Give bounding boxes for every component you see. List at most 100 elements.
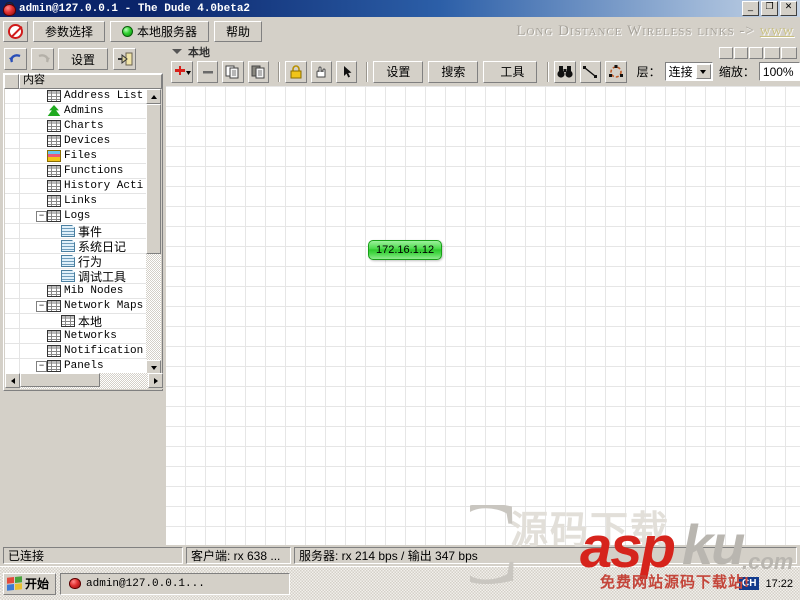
restore-icon: ❐ (765, 1, 774, 11)
desktop: 172.16.1.12 admin@127.0.0.1 - The Dude 4… (0, 0, 800, 600)
add-button[interactable] (171, 60, 193, 83)
mdi-extra-button-1[interactable] (764, 47, 780, 59)
restore-button[interactable]: ❐ (761, 1, 778, 16)
window-settings-button[interactable]: 设置 (58, 48, 109, 70)
tree-item-[interactable]: 本地 (5, 313, 147, 329)
circle-layout-button[interactable] (605, 60, 627, 83)
disconnect-button[interactable] (3, 21, 28, 42)
tree-item-label: Admins (64, 105, 104, 117)
status-bar: 已连接 客户端: rx 638 ... 服务器: rx 214 bps / 输出… (0, 545, 800, 566)
layer-value: 连接 (668, 65, 693, 79)
tree-item-logs[interactable]: − Logs (5, 208, 147, 224)
map-tools-button[interactable]: 工具 (483, 60, 538, 83)
pan-button[interactable] (310, 60, 333, 83)
tree-header-content[interactable]: 内容 (19, 74, 162, 89)
map-node[interactable]: 172.16.1.12 (368, 240, 443, 260)
tree-item-label: Networks (64, 330, 117, 342)
tree-expander-toggle[interactable]: − (36, 210, 47, 222)
tree-scroll-thumb[interactable] (146, 104, 161, 254)
copy-button[interactable] (222, 60, 244, 83)
tree-item-notification[interactable]: Notification (5, 343, 147, 359)
taskbar-clock[interactable]: 17:22 (765, 578, 793, 590)
mdi-minimize-button[interactable] (719, 47, 733, 59)
tree-scroll-track[interactable] (146, 104, 161, 360)
window-settings-label: 设置 (71, 52, 96, 67)
map-settings-label: 设置 (386, 65, 411, 79)
tree-hscroll-track[interactable] (20, 373, 148, 389)
tree-row-gutter (5, 118, 20, 134)
preferences-button[interactable]: 参数选择 (33, 21, 106, 42)
select-button[interactable] (336, 60, 358, 83)
network-map-canvas[interactable]: 172.16.1.12 (166, 86, 800, 545)
tree-item-networks[interactable]: Networks (5, 328, 147, 344)
mdi-close-button[interactable] (749, 47, 763, 59)
tree-item-network-maps[interactable]: − Network Maps (5, 298, 147, 314)
lock-button[interactable] (285, 60, 307, 83)
tree-item-panels[interactable]: − Panels (5, 358, 147, 374)
tree-body[interactable]: Address List Admins Charts Devices Files Func… (5, 89, 147, 375)
tree-item-mib-nodes[interactable]: Mib Nodes (5, 283, 147, 299)
status-connection-label: 已连接 (8, 549, 45, 563)
tree-item-files[interactable]: Files (5, 148, 147, 164)
remove-button[interactable] (197, 60, 219, 83)
tree-expander-toggle[interactable]: − (36, 360, 47, 372)
tree-hscroll-thumb[interactable] (20, 373, 100, 387)
table-icon (47, 300, 61, 312)
tree-item-label: History Acti (64, 180, 144, 192)
layer-select[interactable]: 连接 (664, 62, 713, 81)
tree-vertical-scrollbar[interactable] (146, 89, 161, 375)
close-button[interactable]: ✕ (780, 1, 797, 16)
banner-text: Long Distance Wireless links -> (516, 23, 755, 39)
find-button[interactable] (554, 60, 576, 83)
layer-label: 层： (636, 65, 661, 79)
application-window: admin@127.0.0.1 - The Dude 4.0beta2 _ ❐ … (0, 0, 800, 566)
tree-item-admins[interactable]: Admins (5, 103, 147, 119)
table-icon (47, 195, 61, 207)
tree-scroll-left-button[interactable] (5, 373, 20, 388)
tree-item-history-acti[interactable]: History Acti (5, 178, 147, 194)
tree-horizontal-scrollbar[interactable] (5, 373, 163, 389)
tree-item-charts[interactable]: Charts (5, 118, 147, 134)
tree-item-[interactable]: 系统日记 (5, 238, 147, 254)
tree-expander-toggle[interactable]: − (36, 300, 47, 312)
chevron-down-icon[interactable] (172, 49, 182, 54)
layer-dropdown-arrow-icon[interactable] (695, 64, 711, 79)
zoom-input[interactable]: 100% (758, 62, 800, 81)
tree-row-gutter (5, 343, 20, 359)
map-settings-button[interactable]: 设置 (373, 60, 424, 83)
tree-item-functions[interactable]: Functions (5, 163, 147, 179)
taskbar-item-dude[interactable]: admin@127.0.0.1... (60, 572, 291, 595)
redo-button[interactable] (31, 48, 54, 70)
banner-link[interactable]: www (760, 23, 794, 40)
map-tools-label: 工具 (500, 65, 525, 79)
paste-button[interactable] (247, 60, 270, 83)
circle-layout-icon (608, 64, 623, 78)
table-icon (47, 180, 61, 192)
mdi-restore-button[interactable] (734, 47, 748, 59)
tree-item-address-list[interactable]: Address List (5, 89, 147, 104)
minimize-button[interactable]: _ (742, 1, 759, 16)
export-button[interactable] (113, 48, 137, 70)
banner: Long Distance Wireless links -> www (516, 23, 800, 40)
dude-ball-icon (2, 1, 16, 16)
start-button[interactable]: 开始 (3, 572, 57, 595)
remove-minus-icon (202, 70, 213, 73)
local-server-button[interactable]: 本地服务器 (110, 21, 210, 42)
language-indicator[interactable]: CH (739, 577, 760, 590)
tree-item-label: Logs (64, 210, 91, 222)
title-bar[interactable]: admin@127.0.0.1 - The Dude 4.0beta2 _ ❐ … (0, 0, 800, 17)
log-icon (61, 270, 75, 282)
link-line-button[interactable] (579, 60, 602, 83)
tree-scroll-right-button[interactable] (148, 373, 163, 388)
help-button[interactable]: 帮助 (214, 21, 263, 42)
mdi-extra-button-2[interactable] (781, 47, 797, 59)
tree-header-gutter (4, 74, 19, 89)
tree-item-[interactable]: 调试工具 (5, 268, 147, 284)
undo-button[interactable] (4, 48, 27, 70)
tree-item-devices[interactable]: Devices (5, 133, 147, 149)
tree-scroll-up-button[interactable] (146, 89, 161, 104)
map-search-button[interactable]: 搜索 (428, 60, 479, 83)
system-tray: CH 17:22 (739, 577, 797, 590)
tree-row-gutter (5, 208, 20, 224)
tree-item-links[interactable]: Links (5, 193, 147, 209)
